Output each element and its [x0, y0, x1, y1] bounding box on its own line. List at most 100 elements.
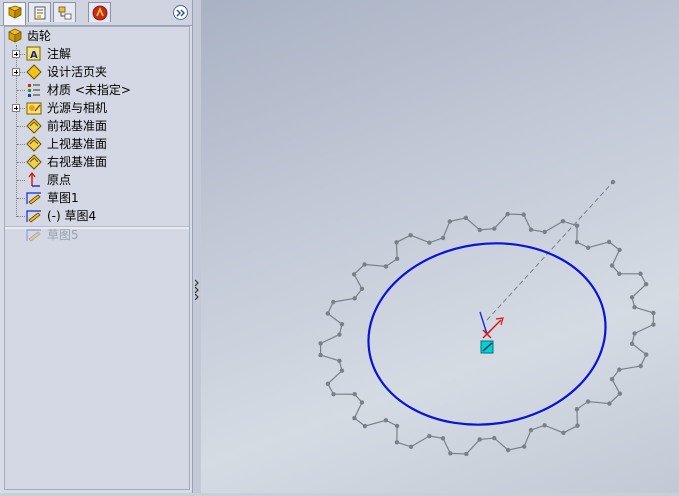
sketch-point: [492, 435, 497, 441]
tree-item-lights-cameras[interactable]: 光源与相机: [5, 99, 189, 117]
tree-item-label: 草图5: [47, 228, 79, 242]
sketch-point: [464, 451, 469, 457]
sketch-point: [574, 223, 580, 228]
sketch-point: [629, 341, 635, 346]
tree-item-label: 材质 <未指定>: [47, 83, 131, 97]
construction-line: [486, 181, 614, 321]
tree-item-label: 原点: [47, 173, 72, 187]
origin-cross-icon: [482, 329, 492, 339]
tree-item-sketch1[interactable]: 草图1: [5, 189, 189, 207]
panel-expand-button[interactable]: [173, 5, 188, 20]
tree-connector: [17, 90, 25, 91]
tree-item-label: 光源与相机: [47, 101, 108, 115]
sketch-point: [447, 219, 453, 224]
sketch-point: [463, 215, 469, 221]
sketch-point: [448, 451, 453, 456]
sketch-point: [643, 282, 649, 287]
splitter-grip-icon: [195, 279, 199, 300]
sketch-point: [477, 227, 482, 233]
tree-root-item[interactable]: 齿轮: [5, 27, 189, 45]
sketch-point: [318, 341, 323, 346]
tree-connector: [17, 144, 25, 145]
sketch-point: [610, 179, 616, 185]
sketch-point: [408, 444, 414, 449]
sketch-point: [440, 436, 446, 441]
appearance-icon: [92, 5, 108, 21]
sketch-point: [617, 391, 623, 396]
sketch-point: [521, 212, 526, 217]
sketch-point: [352, 392, 357, 397]
sketch-point: [651, 310, 656, 316]
sketch-point: [362, 423, 368, 429]
sketch-icon: [26, 192, 41, 205]
tab-appearance[interactable]: [88, 2, 111, 22]
configuration-manager-icon: [58, 6, 72, 20]
sketch-icon: [26, 229, 41, 242]
sketch-point: [408, 232, 413, 238]
sketch-point: [574, 239, 580, 245]
tree-connector: [17, 126, 25, 127]
tree-item-material[interactable]: 材质 <未指定>: [5, 81, 189, 99]
sketch-point: [359, 400, 365, 405]
panel-tab-strip: [0, 0, 192, 26]
expand-toggle[interactable]: [12, 68, 20, 76]
sketch-point: [629, 295, 635, 300]
lights-cameras-icon: [26, 102, 42, 115]
tab-feature-manager[interactable]: [3, 2, 26, 25]
double-chevron-right-icon: [176, 9, 185, 17]
sketch-point: [362, 262, 367, 267]
sketch-point: [337, 332, 342, 337]
tree-connector: [17, 198, 25, 199]
sketch-point: [505, 211, 510, 217]
sketch-point: [440, 235, 446, 241]
feature-tree-icon: [7, 5, 23, 19]
tree-connector: [17, 180, 25, 181]
sketch-point: [644, 352, 649, 357]
tree-item-design-binder[interactable]: 设计活页夹: [5, 63, 189, 81]
sketch-point: [318, 352, 323, 358]
sketch-icon: [26, 210, 41, 223]
sketch-point: [394, 440, 400, 445]
tab-property-manager[interactable]: [28, 2, 51, 22]
tree-item-label: 前视基准面: [47, 119, 108, 133]
sketch-point: [351, 272, 357, 277]
tab-configuration-manager[interactable]: [53, 2, 76, 22]
sketch-point: [575, 423, 580, 428]
tree-root-label: 齿轮: [27, 29, 52, 43]
graphics-area[interactable]: [201, 0, 679, 493]
model-view[interactable]: [201, 0, 679, 493]
sketch-point: [331, 299, 336, 305]
expand-toggle[interactable]: [12, 50, 20, 58]
sketch-point: [585, 245, 591, 250]
sketch-point: [617, 247, 622, 253]
plane-icon: [26, 118, 42, 134]
sketch-point: [477, 437, 482, 442]
sketch-point: [632, 331, 637, 336]
feature-tree: 齿轮 A 注解 设计活页夹 材质 <未指定> 光源与相机 前视基准面 上视基准面…: [4, 26, 190, 490]
sketch-point: [427, 433, 432, 439]
sketch-point: [427, 240, 432, 245]
material-icon: [28, 84, 40, 97]
sketch-point: [339, 322, 345, 327]
sketch-point: [352, 415, 357, 421]
tree-item-label: (-) 草图4: [47, 209, 97, 223]
sketch-point: [359, 286, 365, 292]
tree-item-front-plane[interactable]: 前视基准面: [5, 117, 189, 135]
tree-item-sketch4[interactable]: (-) 草图4: [5, 207, 189, 225]
tree-item-annotations[interactable]: A 注解: [5, 45, 189, 63]
tree-item-right-plane[interactable]: 右视基准面: [5, 153, 189, 171]
tree-item-origin[interactable]: 原点: [5, 171, 189, 189]
tree-connector: [17, 162, 25, 163]
sketch-point: [325, 381, 331, 386]
sketch-point: [617, 367, 622, 372]
tree-item-top-plane[interactable]: 上视基准面: [5, 135, 189, 153]
panel-splitter[interactable]: [193, 0, 201, 493]
tree-item-label: 上视基准面: [47, 137, 108, 151]
expand-toggle[interactable]: [12, 104, 20, 112]
tree-item-sketch5-rolled-back[interactable]: 草图5: [5, 226, 189, 244]
sketch-point: [339, 368, 345, 373]
plane-icon: [26, 136, 42, 152]
sketch-point: [337, 358, 342, 364]
tree-item-label: 草图1: [47, 191, 79, 205]
sketch-point: [383, 264, 389, 269]
